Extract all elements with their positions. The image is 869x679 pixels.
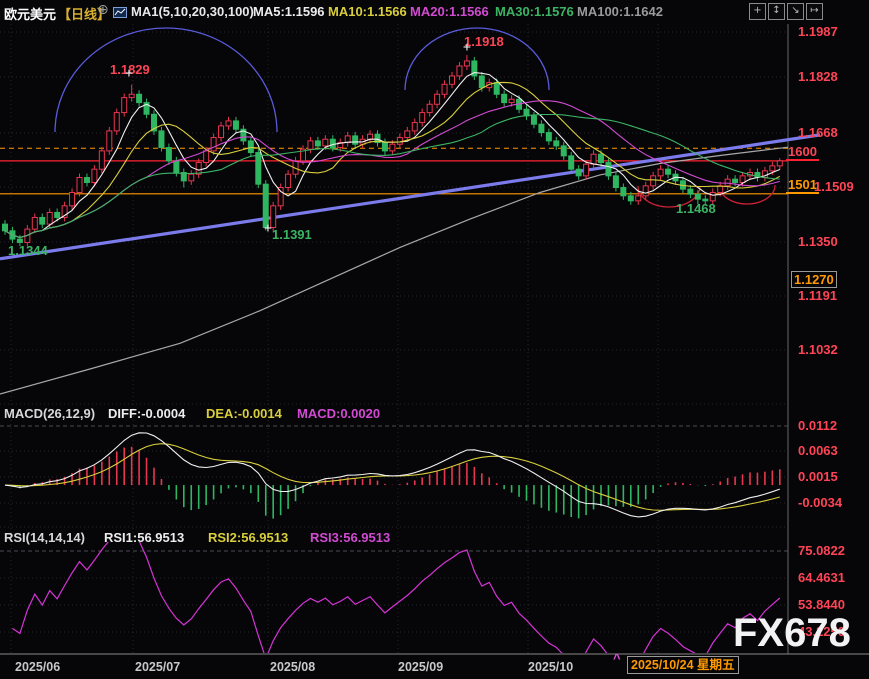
ma10-value: MA10:1.1566 xyxy=(328,4,407,19)
macd-dea-value: DEA:-0.0014 xyxy=(206,406,282,421)
rsi2-value: RSI2:56.9513 xyxy=(208,530,288,545)
ma100-value: MA100:1.1642 xyxy=(577,4,663,19)
rsi1-value: RSI1:56.9513 xyxy=(104,530,184,545)
ma20-value: MA20:1.1566 xyxy=(410,4,489,19)
toolbar: +↕↘↦ xyxy=(749,3,823,20)
indicator-chart-icon xyxy=(113,6,127,21)
axis-scale-icon[interactable]: ↕ xyxy=(768,3,785,20)
expand-icon[interactable]: ⊕ xyxy=(97,2,109,18)
ma100-line xyxy=(0,147,788,394)
rsi-layer xyxy=(12,528,779,671)
drawing-arc xyxy=(55,28,277,132)
chart-window: 欧元美元 【日线】 ⊕ MA1(5,10,20,30,100) MA5:1.15… xyxy=(0,0,869,679)
macd-title: MACD(26,12,9) xyxy=(4,406,95,421)
chart-canvas[interactable] xyxy=(0,0,869,679)
macd-diff-value: DIFF:-0.0004 xyxy=(108,406,185,421)
ma5-value: MA5:1.1596 xyxy=(253,4,325,19)
current-date-box: 2025/10/24 星期五 xyxy=(627,656,739,674)
macd-hist-value: MACD:0.0020 xyxy=(297,406,380,421)
rsi3-value: RSI3:56.9513 xyxy=(310,530,390,545)
crosshair-icon[interactable]: + xyxy=(749,3,766,20)
macd-layer xyxy=(5,433,780,519)
ma30-value: MA30:1.1576 xyxy=(495,4,574,19)
ma-group-label: MA1(5,10,20,30,100) xyxy=(131,4,254,19)
rsi-title: RSI(14,14,14) xyxy=(4,530,85,545)
symbol-name: 欧元美元 xyxy=(4,4,56,23)
axis-pan-icon[interactable]: ↘ xyxy=(787,3,804,20)
drawing-arc xyxy=(405,28,549,90)
candles-layer xyxy=(3,55,783,246)
time-axis-marker: ^ xyxy=(613,651,621,666)
restore-view-icon[interactable]: ↦ xyxy=(806,3,823,20)
